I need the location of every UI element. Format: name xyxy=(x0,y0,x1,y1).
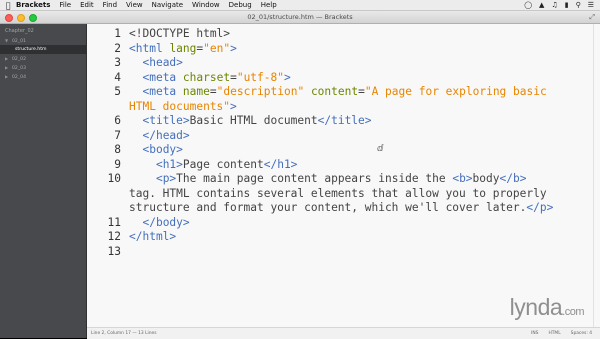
mouse-text-cursor-icon: ⅆ xyxy=(377,144,384,154)
code-line[interactable]: 7 </head> xyxy=(87,129,600,144)
status-tray-icon[interactable]: ◯ xyxy=(524,1,532,9)
caret-right-icon: ▶ xyxy=(5,74,9,79)
code-line[interactable]: 11 </body> xyxy=(87,216,600,231)
code-text: <body> xyxy=(142,143,183,156)
folder-label: 02_01 xyxy=(12,39,26,44)
caret-down-icon: ▼ xyxy=(5,38,9,43)
menu-view[interactable]: View xyxy=(126,1,143,9)
insert-mode-toggle[interactable]: INS xyxy=(531,331,538,336)
menu-navigate[interactable]: Navigate xyxy=(152,1,183,9)
indent-setting[interactable]: Spaces: 4 xyxy=(571,331,592,336)
code-text: <!DOCTYPE html> xyxy=(129,27,231,40)
menu-file[interactable]: File xyxy=(59,1,71,9)
folder-02-02[interactable]: ▶ 02_02 xyxy=(0,54,86,63)
project-title[interactable]: Chapter_02 xyxy=(5,28,34,34)
code-text: <html lang="en"> xyxy=(129,41,237,55)
line-number: 9 xyxy=(114,157,121,171)
code-editor[interactable]: 1 <!DOCTYPE html> 2 <html lang="en"> 3 <he… xyxy=(87,24,600,327)
code-text: </body> xyxy=(142,215,190,229)
code-text: </html> xyxy=(129,230,177,243)
code-line[interactable]: 13 xyxy=(87,245,600,260)
line-number: 8 xyxy=(114,143,121,156)
code-line[interactable]: 5 <meta name="description" content="A pa… xyxy=(87,85,600,100)
line-number: 13 xyxy=(107,244,121,258)
code-text: <head> xyxy=(142,56,183,69)
logo-brand: lynda xyxy=(509,294,563,320)
code-line[interactable]: 4 <meta charset="utf-8"> xyxy=(87,71,600,86)
folder-label: 02_02 xyxy=(12,57,26,62)
code-line-wrap[interactable]: tag. HTML contains several elements that… xyxy=(129,187,547,202)
line-number: 10 xyxy=(107,172,121,185)
spotlight-icon[interactable]: ⚲ xyxy=(576,1,581,9)
file-label: structure.htm xyxy=(15,47,47,52)
notification-center-icon[interactable]: ☰ xyxy=(588,1,594,9)
line-number: 6 xyxy=(114,114,121,127)
line-number: 2 xyxy=(114,41,121,55)
battery-icon[interactable]: ▮ xyxy=(565,1,569,9)
code-line-wrap[interactable]: HTML documents"> xyxy=(129,100,237,115)
window-title: 02_01/structure.htm — Brackets xyxy=(247,13,353,21)
code-text: <title>Basic HTML document</title> xyxy=(142,114,372,127)
menu-debug[interactable]: Debug xyxy=(229,1,252,9)
folder-label: 02_04 xyxy=(12,75,26,80)
apple-icon[interactable]:  xyxy=(0,1,16,10)
fullscreen-icon[interactable]: ⤢ xyxy=(589,13,595,22)
project-sidebar: Chapter_02 ▼ 02_01 structure.htm ▶ 02_02 ▶… xyxy=(0,24,87,338)
menu-help[interactable]: Help xyxy=(261,1,277,9)
folder-02-04[interactable]: ▶ 02_04 xyxy=(0,72,86,81)
code-line[interactable]: 10 <p>The main page content appears insi… xyxy=(87,172,600,187)
menu-app-name[interactable]: Brackets xyxy=(16,1,50,9)
language-selector[interactable]: HTML xyxy=(548,331,560,336)
line-number: 4 xyxy=(114,70,121,84)
code-line[interactable]: 12 </html> xyxy=(87,230,600,245)
code-line[interactable]: 9 <h1>Page content</h1> xyxy=(87,158,600,173)
line-number: 3 xyxy=(114,56,121,69)
wifi-icon[interactable]: ▲ xyxy=(539,1,544,9)
line-number: 12 xyxy=(107,230,121,243)
code-text: <p>The main page content appears inside … xyxy=(155,172,527,185)
code-line[interactable]: 8 <body> xyxy=(87,143,600,158)
window-title-bar: 02_01/structure.htm — Brackets ⤢ xyxy=(0,11,600,24)
code-line[interactable]: 1 <!DOCTYPE html> xyxy=(87,27,600,42)
menu-bar:  Brackets File Edit Find View Navigate … xyxy=(0,0,600,11)
code-text: <meta name="description" content="A page… xyxy=(142,85,547,98)
line-number: 11 xyxy=(107,215,121,229)
volume-icon[interactable]: ♫ xyxy=(551,1,557,9)
code-line-wrap[interactable]: structure and format your content, which… xyxy=(129,201,553,216)
line-number: 1 xyxy=(114,27,121,40)
menu-find[interactable]: Find xyxy=(103,1,117,9)
caret-right-icon: ▶ xyxy=(5,65,9,70)
caret-right-icon: ▶ xyxy=(5,56,9,61)
file-structure-htm[interactable]: structure.htm xyxy=(0,45,86,54)
lynda-logo: lynda.com xyxy=(509,294,585,321)
code-text: <meta charset="utf-8"> xyxy=(142,70,291,84)
folder-label: 02_03 xyxy=(12,66,26,71)
code-line[interactable]: 6 <title>Basic HTML document</title> xyxy=(87,114,600,129)
menu-window[interactable]: Window xyxy=(192,1,220,9)
menu-edit[interactable]: Edit xyxy=(80,1,94,9)
line-number: 7 xyxy=(114,128,121,142)
folder-02-03[interactable]: ▶ 02_03 xyxy=(0,63,86,72)
cursor-position: Line 2, Column 17 — 13 Lines xyxy=(91,331,157,336)
line-number: 5 xyxy=(114,85,121,98)
code-text: <h1>Page content</h1> xyxy=(155,157,298,171)
status-bar: Line 2, Column 17 — 13 Lines INS HTML Sp… xyxy=(87,327,600,339)
logo-domain: .com xyxy=(562,306,584,318)
code-line[interactable]: 3 <head> xyxy=(87,56,600,71)
code-text: </head> xyxy=(142,128,190,142)
file-tree: ▼ 02_01 structure.htm ▶ 02_02 ▶ 02_03 ▶ 02_0… xyxy=(0,36,86,81)
folder-02-01[interactable]: ▼ 02_01 xyxy=(0,36,86,45)
code-line[interactable]: 2 <html lang="en"> xyxy=(87,42,600,57)
